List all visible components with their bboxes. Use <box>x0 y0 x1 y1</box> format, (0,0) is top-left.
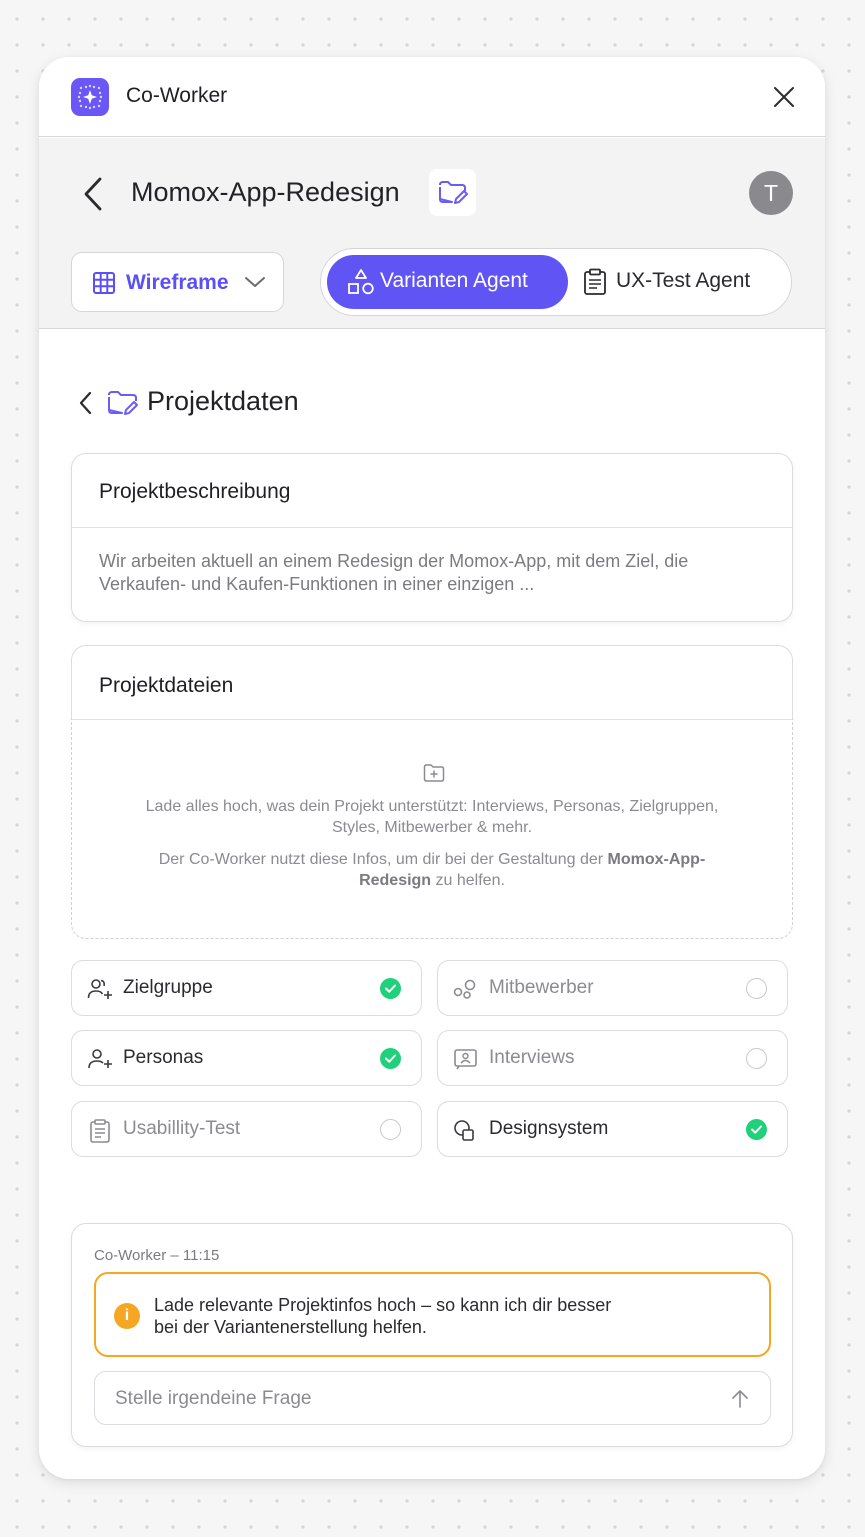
file-drop-zone[interactable]: Lade alles hoch, was dein Projekt unters… <box>71 719 793 939</box>
check-icon <box>746 1119 767 1140</box>
category-designsystem[interactable]: Designsystem <box>437 1101 788 1157</box>
chat-input[interactable] <box>115 1384 695 1414</box>
project-title: Momox-App-Redesign <box>131 177 400 207</box>
section-title: Projektdaten <box>147 386 299 416</box>
co-worker-panel: Co-Worker Momox-App-Redesign T Wireframe… <box>39 57 825 1479</box>
upload-purpose-suffix: zu helfen. <box>435 872 505 889</box>
chat-input-box <box>94 1371 771 1425</box>
folder-edit-icon <box>439 181 468 204</box>
sparkle-grid-icon <box>77 84 103 110</box>
chevron-left-icon <box>79 391 92 415</box>
tab-varianten-agent[interactable]: Varianten Agent <box>327 255 568 309</box>
tab-ux-test-agent[interactable]: UX-Test Agent <box>572 255 786 309</box>
category-label: Personas <box>123 1047 204 1068</box>
category-usability-test[interactable]: Usabillity-Test <box>71 1101 422 1157</box>
project-description-card[interactable]: Projektbeschreibung Wir arbeiten aktuell… <box>71 453 793 622</box>
folder-edit-icon <box>108 391 138 415</box>
check-icon <box>380 978 401 999</box>
description-heading: Projektbeschreibung <box>99 480 291 503</box>
tab-varianten-agent-label: Varianten Agent <box>380 269 528 292</box>
competitors-icon <box>453 979 476 999</box>
status-empty-icon <box>746 1048 767 1069</box>
section-back-button[interactable] <box>75 390 97 416</box>
card-header: Projektbeschreibung <box>72 454 792 528</box>
app-logo <box>71 78 109 116</box>
view-select-label: Wireframe <box>126 271 229 294</box>
folder-add-icon <box>423 764 445 782</box>
view-select-dropdown[interactable]: Wireframe <box>71 252 284 312</box>
status-empty-icon <box>380 1119 401 1140</box>
user-plus-icon <box>88 1049 112 1069</box>
files-heading: Projektdateien <box>99 674 234 697</box>
category-label: Interviews <box>489 1047 575 1068</box>
chevron-down-icon <box>245 277 265 287</box>
upload-hint: Lade alles hoch, was dein Projekt unters… <box>145 798 719 836</box>
chat-card: Co-Worker – 11:15 i Lade relevante Proje… <box>71 1223 793 1447</box>
chat-message-text: Lade relevante Projektinfos hoch – so ka… <box>154 1295 612 1337</box>
send-button[interactable] <box>729 1388 751 1410</box>
chevron-left-icon <box>84 177 102 211</box>
tab-ux-test-agent-label: UX-Test Agent <box>616 269 751 292</box>
info-icon: i <box>114 1303 140 1329</box>
app-title: Co-Worker <box>126 84 228 107</box>
category-label: Zielgruppe <box>123 977 213 998</box>
upload-purpose: Der Co-Worker nutzt diese Infos, um dir … <box>132 849 732 891</box>
chat-message: i Lade relevante Projektinfos hoch – so … <box>94 1272 771 1357</box>
status-empty-icon <box>746 978 767 999</box>
close-button[interactable] <box>770 83 798 111</box>
close-icon <box>774 87 794 107</box>
project-folder-button[interactable] <box>429 169 476 216</box>
chat-meta: Co-Worker – 11:15 <box>94 1247 220 1264</box>
clipboard-icon <box>584 268 606 295</box>
description-text: Wir arbeiten aktuell an einem Redesign d… <box>99 551 689 594</box>
category-personas[interactable]: Personas <box>71 1030 422 1086</box>
interview-icon <box>454 1049 477 1070</box>
clipboard-icon <box>90 1119 110 1143</box>
category-interviews[interactable]: Interviews <box>437 1030 788 1086</box>
category-label: Designsystem <box>489 1118 609 1139</box>
category-label: Usabillity-Test <box>123 1118 241 1139</box>
project-header: Momox-App-Redesign T Wireframe Varianten… <box>39 138 825 329</box>
back-button[interactable] <box>79 174 109 214</box>
project-files-card: Projektdateien Lade alles hoch, was dein… <box>71 645 793 939</box>
upload-purpose-prefix: Der Co-Worker nutzt diese Infos, um dir … <box>158 851 604 868</box>
category-label: Mitbewerber <box>489 977 594 998</box>
shapes-icon <box>454 1120 474 1141</box>
avatar[interactable]: T <box>749 171 793 215</box>
arrow-up-icon <box>732 1390 748 1408</box>
shapes-icon <box>348 269 374 295</box>
grid-icon <box>93 272 115 294</box>
card-header: Projektdateien <box>71 645 793 720</box>
top-bar: Co-Worker <box>39 57 825 137</box>
category-mitbewerber[interactable]: Mitbewerber <box>437 960 788 1016</box>
check-icon <box>380 1048 401 1069</box>
users-plus-icon <box>87 979 112 999</box>
agent-switch: Varianten Agent UX-Test Agent <box>320 248 792 316</box>
category-zielgruppe[interactable]: Zielgruppe <box>71 960 422 1016</box>
